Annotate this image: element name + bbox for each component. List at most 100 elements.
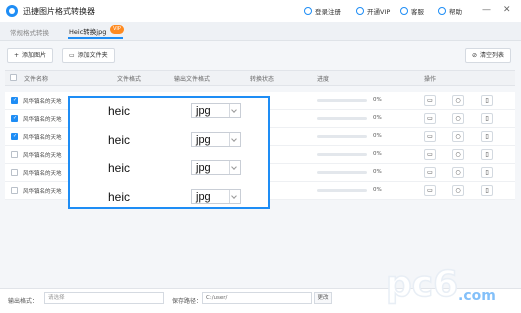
row-checkbox[interactable] — [11, 187, 18, 194]
minimize-button[interactable]: — — [482, 5, 491, 15]
chevron-down-icon — [229, 133, 240, 146]
row-checkbox[interactable] — [11, 169, 18, 176]
open-folder-button[interactable]: ▭ — [424, 131, 436, 142]
add-image-label: 添加图片 — [22, 52, 47, 59]
select-all-checkbox[interactable] — [10, 74, 17, 81]
svg-text:pc6: pc6 — [386, 264, 458, 305]
folder-icon: ▭ — [69, 52, 75, 59]
tab-general-convert[interactable]: 常规格式转换 — [10, 27, 49, 37]
clear-list-button[interactable]: ⊘ 清空列表 — [465, 48, 512, 63]
folder-icon: ▭ — [427, 97, 433, 104]
service-label: 客服 — [411, 8, 424, 16]
open-folder-button[interactable]: ▭ — [424, 113, 436, 124]
open-folder-button[interactable]: ▭ — [424, 149, 436, 160]
progress-bar — [317, 99, 367, 102]
source-format: heic — [108, 190, 131, 204]
add-folder-button[interactable]: ▭ 添加文件夹 — [62, 48, 115, 63]
open-folder-button[interactable]: ▭ — [424, 95, 436, 106]
clear-icon: ⊘ — [472, 52, 478, 59]
preview-button[interactable]: ○ — [452, 149, 464, 160]
row-checkbox[interactable] — [11, 115, 18, 122]
close-button[interactable]: ✕ — [503, 5, 511, 15]
progress-text: 0% — [373, 169, 382, 175]
output-format-label: 输出格式： — [8, 298, 39, 305]
col-actions: 操作 — [424, 76, 437, 83]
open-folder-button[interactable]: ▭ — [424, 185, 436, 196]
search-icon: ○ — [455, 169, 461, 176]
trash-icon: ▯ — [485, 187, 489, 194]
pc6-watermark-logo: pc6 .com — [385, 263, 496, 306]
app-title: 迅捷图片格式转换器 — [23, 7, 95, 16]
delete-button[interactable]: ▯ — [481, 95, 493, 106]
save-path-input[interactable]: C:/user/ — [202, 292, 312, 304]
trash-icon: ▯ — [485, 151, 489, 158]
save-path-label: 保存路径： — [172, 298, 203, 305]
login-label: 登录注册 — [315, 8, 341, 16]
progress-text: 0% — [373, 97, 382, 103]
search-icon: ○ — [455, 187, 461, 194]
delete-button[interactable]: ▯ — [481, 131, 493, 142]
preview-button[interactable]: ○ — [452, 113, 464, 124]
file-name: 风华镇名的天地 — [23, 135, 62, 141]
output-format-value: jpg — [196, 162, 211, 174]
clear-list-label: 清空列表 — [480, 52, 505, 59]
open-folder-button[interactable]: ▭ — [424, 167, 436, 178]
login-button[interactable]: 登录注册 — [304, 6, 341, 16]
vip-button[interactable]: 开通VIP — [356, 6, 390, 16]
search-icon: ○ — [455, 97, 461, 104]
preview-button[interactable]: ○ — [452, 131, 464, 142]
output-format-value: jpg — [196, 105, 211, 117]
output-format-select[interactable]: jpg — [191, 189, 241, 204]
search-icon: ○ — [455, 115, 461, 122]
folder-icon: ▭ — [427, 169, 433, 176]
user-icon — [304, 7, 312, 15]
tab-heic-to-jpg[interactable]: Heic转换jpg — [69, 26, 106, 36]
row-checkbox[interactable] — [11, 97, 18, 104]
delete-button[interactable]: ▯ — [481, 167, 493, 178]
output-format-dropdown[interactable]: 请选择 — [44, 292, 164, 304]
col-file-format: 文件格式 — [117, 76, 142, 83]
output-format-value: jpg — [196, 134, 211, 146]
row-checkbox[interactable] — [11, 133, 18, 140]
progress-bar — [317, 171, 367, 174]
folder-icon: ▭ — [427, 187, 433, 194]
output-format-select[interactable]: jpg — [191, 160, 241, 175]
diamond-icon — [356, 7, 364, 15]
help-label: 帮助 — [449, 8, 462, 16]
trash-icon: ▯ — [485, 169, 489, 176]
preview-button[interactable]: ○ — [452, 167, 464, 178]
file-name: 风华镇名的天地 — [23, 117, 62, 123]
source-format: heic — [108, 133, 131, 147]
info-icon — [438, 7, 446, 15]
add-image-button[interactable]: + 添加图片 — [7, 48, 54, 63]
file-name: 风华镇名的天地 — [23, 171, 62, 177]
help-button[interactable]: 帮助 — [438, 6, 462, 16]
progress-text: 0% — [373, 151, 382, 157]
output-format-select[interactable]: jpg — [191, 132, 241, 147]
output-format-select[interactable]: jpg — [191, 103, 241, 118]
delete-button[interactable]: ▯ — [481, 185, 493, 196]
output-format-value: jpg — [196, 191, 211, 203]
progress-bar — [317, 189, 367, 192]
preview-button[interactable]: ○ — [452, 185, 464, 196]
app-logo-icon — [6, 5, 18, 17]
trash-icon: ▯ — [485, 97, 489, 104]
progress-text: 0% — [373, 133, 382, 139]
delete-button[interactable]: ▯ — [481, 149, 493, 160]
service-button[interactable]: 客服 — [400, 6, 424, 16]
search-icon: ○ — [455, 133, 461, 140]
progress-text: 0% — [373, 187, 382, 193]
plus-icon: + — [14, 52, 20, 59]
add-folder-label: 添加文件夹 — [77, 52, 108, 59]
chevron-down-icon — [229, 161, 240, 174]
source-format: heic — [108, 161, 131, 175]
trash-icon: ▯ — [485, 133, 489, 140]
trash-icon: ▯ — [485, 115, 489, 122]
folder-icon: ▭ — [427, 151, 433, 158]
file-name: 风华镇名的天地 — [23, 153, 62, 159]
file-name: 风华镇名的天地 — [23, 189, 62, 195]
delete-button[interactable]: ▯ — [481, 113, 493, 124]
change-path-button[interactable]: 更改 — [314, 292, 332, 304]
row-checkbox[interactable] — [11, 151, 18, 158]
preview-button[interactable]: ○ — [452, 95, 464, 106]
